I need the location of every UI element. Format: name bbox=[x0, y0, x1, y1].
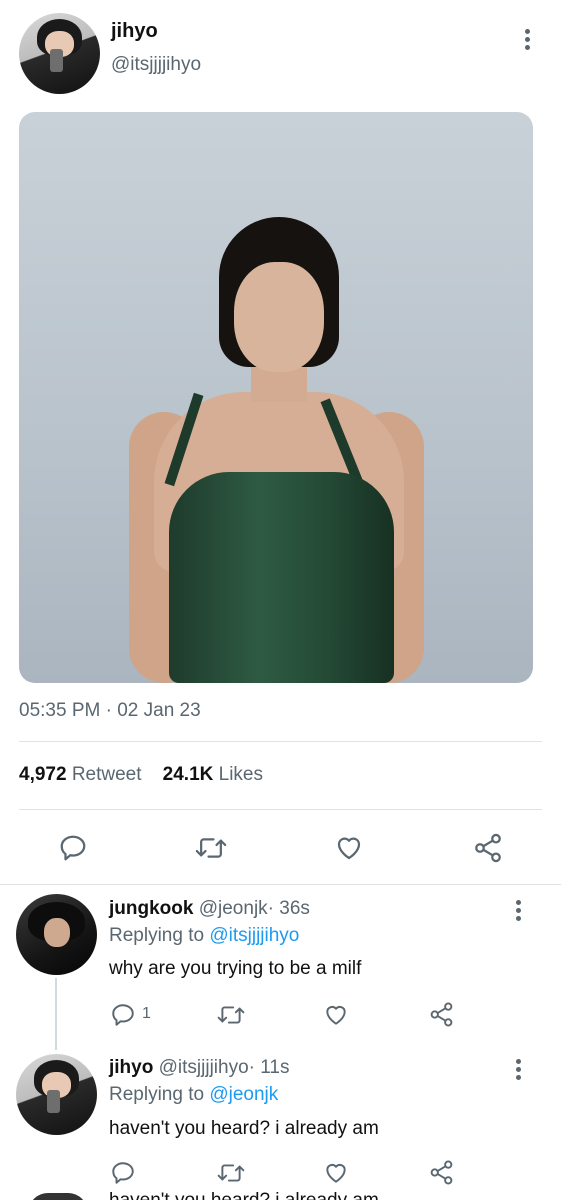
reply-time: · 11s bbox=[248, 1057, 290, 1078]
retweet-icon bbox=[217, 1164, 245, 1182]
reply-time: · 36s bbox=[267, 898, 310, 919]
reply-button[interactable] bbox=[58, 833, 88, 863]
next-reply-text: haven't you heard? i already am bbox=[109, 1190, 379, 1200]
tweet-timestamp[interactable]: 05:35 PM · 02 Jan 23 bbox=[19, 700, 201, 722]
replying-to: Replying to @itsjjjjihyo bbox=[109, 925, 299, 947]
replying-label: Replying to bbox=[109, 1084, 205, 1105]
reply-button[interactable] bbox=[110, 1002, 136, 1028]
reply-avatar[interactable] bbox=[16, 1054, 97, 1135]
reply-header: jungkook @jeonjk· 36s bbox=[109, 898, 310, 920]
author-name[interactable]: jihyo bbox=[111, 20, 158, 43]
share-icon bbox=[430, 1002, 453, 1027]
reply-header: jihyo @itsjjjjihyo· 11s bbox=[109, 1057, 290, 1079]
reply-author-name[interactable]: jihyo bbox=[109, 1057, 153, 1078]
retweet-button[interactable] bbox=[217, 1161, 245, 1185]
author-avatar[interactable] bbox=[19, 13, 100, 94]
reply-author-handle[interactable]: @itsjjjjihyo bbox=[159, 1057, 249, 1078]
reply-count: 1 bbox=[142, 1005, 151, 1022]
like-button[interactable] bbox=[323, 1160, 349, 1186]
like-button[interactable] bbox=[334, 833, 364, 863]
retweet-count[interactable]: 4,972 bbox=[19, 764, 67, 785]
reply-text: why are you trying to be a milf bbox=[109, 958, 362, 979]
retweet-button[interactable] bbox=[195, 834, 227, 862]
like-label[interactable]: Likes bbox=[219, 764, 263, 785]
heart-icon bbox=[337, 837, 361, 860]
thread-line bbox=[55, 978, 57, 1050]
retweet-icon bbox=[195, 838, 227, 858]
retweet-button[interactable] bbox=[217, 1003, 245, 1027]
reply-icon bbox=[60, 835, 86, 861]
reply-mention-link[interactable]: @jeonjk bbox=[209, 1084, 278, 1105]
divider bbox=[0, 884, 561, 885]
tweet-photo[interactable] bbox=[19, 112, 533, 683]
reply-mention-link[interactable]: @itsjjjjihyo bbox=[209, 925, 299, 946]
share-button[interactable] bbox=[428, 1001, 455, 1028]
share-button[interactable] bbox=[472, 832, 504, 864]
divider bbox=[19, 741, 542, 742]
share-icon bbox=[430, 1160, 453, 1185]
reply-button[interactable] bbox=[110, 1160, 136, 1186]
reply-icon bbox=[112, 1004, 134, 1026]
heart-icon bbox=[326, 1005, 346, 1025]
replying-label: Replying to bbox=[109, 925, 205, 946]
author-handle[interactable]: @itsjjjjihyo bbox=[111, 54, 201, 76]
more-options-icon[interactable] bbox=[525, 29, 531, 53]
retweet-label[interactable]: Retweet bbox=[72, 764, 142, 785]
reply-avatar[interactable] bbox=[16, 894, 97, 975]
next-reply-avatar[interactable] bbox=[28, 1193, 88, 1200]
tweet-stats: 4,972 Retweet 24.1K Likes bbox=[19, 764, 263, 786]
more-options-icon[interactable] bbox=[516, 900, 522, 924]
reply-author-handle[interactable]: @jeonjk bbox=[199, 898, 268, 919]
like-button[interactable] bbox=[323, 1002, 349, 1028]
share-icon bbox=[475, 833, 501, 863]
reply-text: haven't you heard? i already am bbox=[109, 1118, 379, 1139]
divider bbox=[19, 809, 542, 810]
reply-author-name[interactable]: jungkook bbox=[109, 898, 193, 919]
reply-icon bbox=[112, 1162, 134, 1184]
heart-icon bbox=[326, 1163, 346, 1183]
retweet-icon bbox=[217, 1006, 245, 1024]
like-count[interactable]: 24.1K bbox=[163, 764, 214, 785]
replying-to: Replying to @jeonjk bbox=[109, 1084, 278, 1106]
share-button[interactable] bbox=[428, 1159, 455, 1186]
more-options-icon[interactable] bbox=[516, 1059, 522, 1083]
